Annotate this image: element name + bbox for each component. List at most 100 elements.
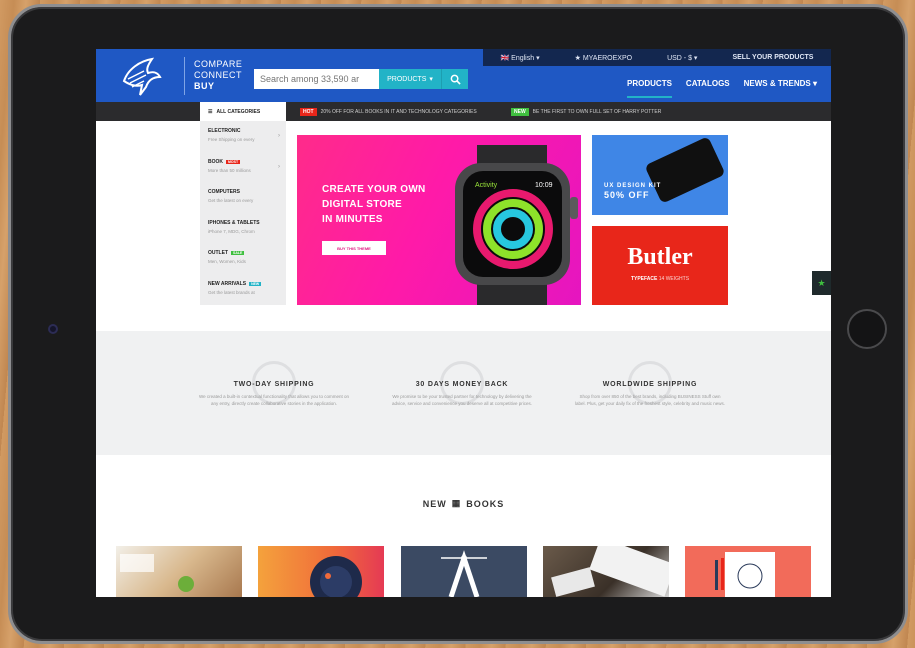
logo-divider [184,57,185,95]
watch-time: 10:09 [535,182,553,189]
book-icon: ▦ [451,498,462,508]
nav-news-trends[interactable]: NEWS & TRENDS ▾ [744,79,817,98]
category-title: COMPUTERS [208,189,240,195]
new-books-title: NEW ▦ BOOKS [96,498,831,509]
hero-line-3: IN MINUTES [322,214,383,225]
category-outlet[interactable]: OUTLET SALE Men, Women, Kids [200,243,286,274]
feature-title: WORLDWIDE SHIPPING [602,381,698,388]
search-bar: PRODUCTS ▾ [254,69,468,89]
all-categories-button[interactable]: ☰ ALL CATEGORIES [200,102,286,121]
category-iphones-tablets[interactable]: IPHONES & TABLETS iPhone 7, MDG, Chrom [200,213,286,244]
book-cover-image [551,546,669,597]
myaeroexpo-label: MYAEROEXPO [582,54,633,62]
butler-banner[interactable]: Butler TYPEFACE 14 WEIGHTS [592,226,728,305]
category-badge: MOST [226,159,241,164]
nav-products[interactable]: PRODUCTS [627,79,672,98]
chevron-right-icon: › [278,133,280,139]
category-title: NEW ARRIVALS [208,280,247,287]
search-category-label: PRODUCTS [387,75,427,83]
camera-icon [48,324,58,334]
book-card[interactable] [116,546,242,597]
category-subtitle: iPhone 7, MDG, Chrom [208,228,255,234]
category-title: ELECTRONIC [208,128,241,134]
nav-news-label: NEWS & TRENDS [743,79,811,88]
menu-icon: ☰ [208,108,213,115]
category-computers[interactable]: COMPUTERS Get the latest on every [200,182,286,213]
logo-line-compare: COMPARE [194,59,243,69]
chevron-right-icon: › [278,163,280,170]
book-card[interactable] [401,546,527,597]
promo-new[interactable]: NEW BE THE FIRST TO OWN FULL SET OF HARR… [511,108,661,116]
promo-bar: ☰ ALL CATEGORIES HOT 20% OFF FOR ALL BOO… [96,102,831,121]
book-cover-image [715,552,775,597]
logo-line-buy: BUY [194,81,215,91]
search-button[interactable] [441,69,468,89]
category-book[interactable]: BOOK MOST More than 50 millions › [200,152,286,183]
category-subtitle: Free Shipping on every [208,137,255,142]
book-cover-image [441,550,487,597]
search-category-select[interactable]: PRODUCTS ▾ [379,69,441,89]
watch-app-label: Activity [475,182,498,189]
smartwatch-image: Activity 10:09 [455,145,578,305]
ux-kit-banner[interactable]: UX DESIGN KIT 50% OFF [592,135,728,215]
butler-sub-bold: TYPEFACE [630,276,658,282]
feature-desc: Shop from over 850 of the best brands, i… [574,394,726,406]
star-icon: ★ [817,277,826,288]
book-cover-image [120,554,194,592]
currency-selector[interactable]: USD - $ ▾ [667,54,697,62]
new-badge: NEW [511,108,529,116]
buy-theme-button[interactable]: BUY THIS THEME [322,241,386,255]
hero-line-2: DIGITAL STORE [322,199,403,210]
ux-kit-line-2: 50% OFF [604,190,650,200]
logo-text[interactable]: COMPARE CONNECT BUY [194,59,242,92]
category-title: BOOK [208,158,223,165]
logo-bird-icon[interactable] [118,55,162,99]
promo-hot-text: 20% OFF FOR ALL BOOKS IN IT AND TECHNOLO… [320,109,477,115]
butler-sub-light: 14 WEIGHTS [658,276,690,282]
hot-badge: HOT [300,108,317,116]
butler-subtitle: TYPEFACE 14 WEIGHTS [592,276,728,282]
category-badge: SALE [231,251,245,255]
myaeroexpo-link[interactable]: ★ MYAEROEXPO [575,54,633,62]
category-title: IPHONES & TABLETS [208,219,260,226]
language-selector[interactable]: 🇬🇧 English ▾ [500,54,539,62]
category-title: OUTLET [208,250,228,256]
feature-shipping: TWO-DAY SHIPPING We created a built-in c… [194,359,354,424]
feature-worldwide: WORLDWIDE SHIPPING Shop from over 850 of… [570,359,730,424]
chevron-down-icon: ▾ [429,76,433,83]
category-list: ELECTRONIC Free Shipping on every › BOOK… [200,121,286,305]
top-bar: 🇬🇧 English ▾ ★ MYAEROEXPO USD - $ ▾ SELL… [483,49,831,66]
feature-title: 30 DAYS MONEY BACK [415,381,509,388]
category-subtitle: Get the latest on every [208,198,254,203]
review-widget-button[interactable]: ★ [812,271,831,295]
home-button[interactable] [847,309,887,349]
hero-banner[interactable]: CREATE YOUR OWN DIGITAL STORE IN MINUTES… [297,135,581,305]
screen: 🇬🇧 English ▾ ★ MYAEROEXPO USD - $ ▾ SELL… [96,49,831,597]
book-cover-image [310,556,362,597]
features-section: TWO-DAY SHIPPING We created a built-in c… [96,331,831,455]
logo-line-connect: CONNECT [194,70,242,80]
new-books-title-right: BOOKS [466,498,505,509]
category-subtitle: Men, Women, Kids [208,259,246,264]
promo-new-text: BE THE FIRST TO OWN FULL SET OF HARRY PO… [532,109,662,115]
search-input[interactable] [254,69,379,89]
feature-money-back: 30 DAYS MONEY BACK We promise to be your… [382,359,542,424]
all-categories-label: ALL CATEGORIES [216,108,261,115]
category-electronic[interactable]: ELECTRONIC Free Shipping on every › [200,121,286,152]
feature-title: TWO-DAY SHIPPING [233,381,315,388]
book-card[interactable] [685,546,811,597]
nav-catalogs[interactable]: CATALOGS [686,79,730,98]
search-icon [450,74,461,85]
category-new-arrivals[interactable]: NEW ARRIVALS NEW Get the latest brands at [200,274,286,305]
sell-products-link[interactable]: SELL YOUR PRODUCTS [732,54,813,61]
category-subtitle: More than 50 millions [208,167,251,173]
promo-hot[interactable]: HOT 20% OFF FOR ALL BOOKS IN IT AND TECH… [300,108,477,116]
ux-kit-text: UX DESIGN KIT 50% OFF [604,182,661,200]
book-card[interactable] [258,546,384,597]
site-header: 🇬🇧 English ▾ ★ MYAEROEXPO USD - $ ▾ SELL… [96,49,831,102]
hero-title: CREATE YOUR OWN DIGITAL STORE IN MINUTES [322,182,426,227]
hero-line-1: CREATE YOUR OWN [322,184,426,195]
book-card[interactable] [543,546,669,597]
language-label: English [511,54,535,62]
feature-desc: We created a built-in contextual functio… [199,394,349,406]
